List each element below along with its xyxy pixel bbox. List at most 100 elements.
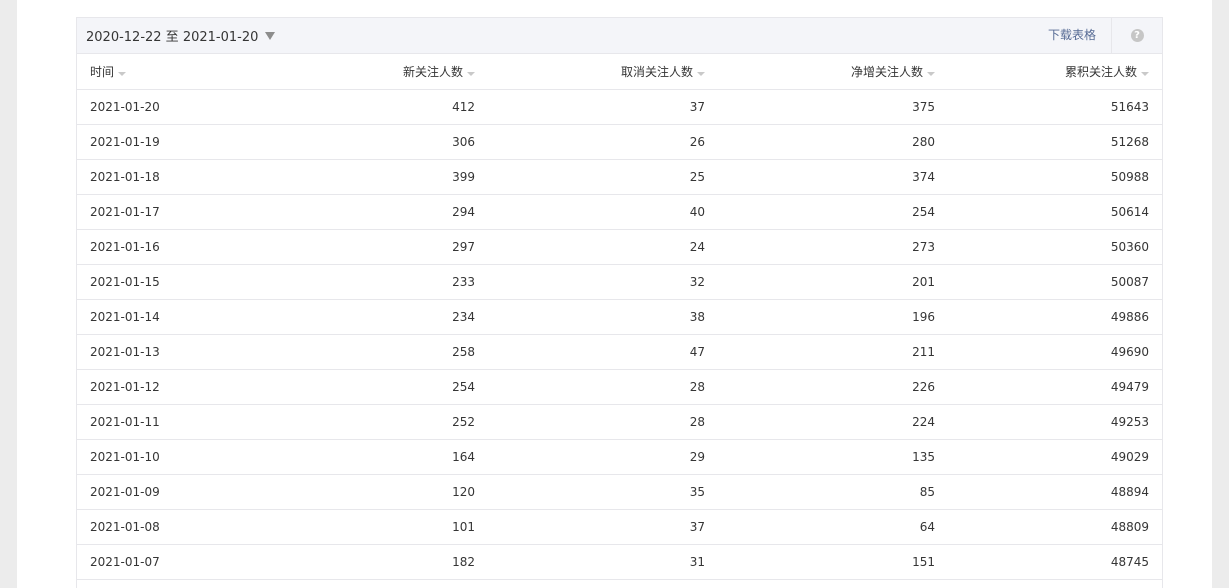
column-header-unfollows[interactable]: 取消关注人数: [475, 54, 705, 90]
table-row: 2021-01-16 297 24 273 50360: [77, 229, 1162, 265]
cell-cumulative: 50614: [935, 194, 1162, 230]
data-table-panel: 2020-12-22 至 2021-01-20 下载表格 ? 时间 新关注人数 …: [76, 17, 1163, 588]
cell-net-growth: 211: [705, 334, 935, 370]
help-icon[interactable]: ?: [1130, 29, 1144, 42]
table-row: 2021-01-17 294 40 254 50614: [77, 194, 1162, 230]
cell-cumulative: 51268: [935, 124, 1162, 160]
cell-date: 2021-01-07: [77, 544, 259, 580]
cell-cumulative: 48745: [935, 544, 1162, 580]
cell-net-growth: 374: [705, 159, 935, 195]
cell-new-followers: 120: [259, 474, 475, 510]
column-header-label: 取消关注人数: [620, 65, 693, 79]
sort-arrow-icon: [1141, 71, 1149, 76]
cell-net-growth: 201: [705, 264, 935, 300]
table-header-row: 时间 新关注人数 取消关注人数 净增关注人数 累积关注人数: [77, 54, 1162, 90]
cell-unfollows: 37: [475, 89, 705, 125]
cell-net-growth: 151: [705, 544, 935, 580]
cell-unfollows: 28: [475, 404, 705, 440]
table-row: 2021-01-18 399 25 374 50988: [77, 159, 1162, 195]
cell-cumulative: 50360: [935, 229, 1162, 265]
cell-cumulative: 50988: [935, 159, 1162, 195]
cell-unfollows: 40: [475, 194, 705, 230]
cell-unfollows: 28: [475, 369, 705, 405]
table-row: 2021-01-20 412 37 375 51643: [77, 89, 1162, 125]
cell-new-followers: 306: [259, 124, 475, 160]
cell-date: 2021-01-16: [77, 229, 259, 265]
cell-new-followers: 412: [259, 89, 475, 125]
cell-new-followers: 234: [259, 299, 475, 335]
sort-arrow-icon: [467, 71, 475, 76]
column-header-label: 时间: [90, 65, 115, 79]
column-header-new-followers[interactable]: 新关注人数: [259, 54, 475, 90]
sort-arrow-icon: [927, 71, 935, 76]
cell-new-followers: 164: [259, 439, 475, 475]
followers-table: 时间 新关注人数 取消关注人数 净增关注人数 累积关注人数 2021-01-20…: [77, 54, 1162, 580]
table-row: 2021-01-09 120 35 85 48894: [77, 474, 1162, 510]
table-row: 2021-01-15 233 32 201 50087: [77, 264, 1162, 300]
table-row: 2021-01-08 101 37 64 48809: [77, 509, 1162, 545]
cell-new-followers: 399: [259, 159, 475, 195]
cell-unfollows: 38: [475, 299, 705, 335]
column-header-label: 新关注人数: [402, 65, 463, 79]
cell-unfollows: 35: [475, 474, 705, 510]
cell-cumulative: 49690: [935, 334, 1162, 370]
page: 2020-12-22 至 2021-01-20 下载表格 ? 时间 新关注人数 …: [17, 0, 1212, 588]
download-table-link[interactable]: 下载表格: [1048, 18, 1096, 53]
table-row: 2021-01-13 258 47 211 49690: [77, 334, 1162, 370]
column-header-cumulative[interactable]: 累积关注人数: [935, 54, 1162, 90]
sort-arrow-icon: [118, 71, 127, 76]
cell-net-growth: 254: [705, 194, 935, 230]
cell-net-growth: 280: [705, 124, 935, 160]
cell-unfollows: 37: [475, 509, 705, 545]
cell-date: 2021-01-20: [77, 89, 259, 125]
table-row: 2021-01-12 254 28 226 49479: [77, 369, 1162, 405]
cell-date: 2021-01-17: [77, 194, 259, 230]
cell-unfollows: 26: [475, 124, 705, 160]
cell-new-followers: 254: [259, 369, 475, 405]
cell-net-growth: 224: [705, 404, 935, 440]
cell-date: 2021-01-12: [77, 369, 259, 405]
table-row: 2021-01-14 234 38 196 49886: [77, 299, 1162, 335]
cell-net-growth: 85: [705, 474, 935, 510]
cell-date: 2021-01-10: [77, 439, 259, 475]
cell-date: 2021-01-18: [77, 159, 259, 195]
cell-date: 2021-01-13: [77, 334, 259, 370]
table-toolbar: 2020-12-22 至 2021-01-20 下载表格 ?: [77, 18, 1162, 54]
help-button-container: ?: [1111, 18, 1162, 53]
table-row: 2021-01-19 306 26 280 51268: [77, 124, 1162, 160]
cell-net-growth: 196: [705, 299, 935, 335]
cell-new-followers: 182: [259, 544, 475, 580]
column-header-net-growth[interactable]: 净增关注人数: [705, 54, 935, 90]
cell-cumulative: 50087: [935, 264, 1162, 300]
cell-new-followers: 101: [259, 509, 475, 545]
cell-new-followers: 252: [259, 404, 475, 440]
cell-date: 2021-01-14: [77, 299, 259, 335]
cell-date: 2021-01-15: [77, 264, 259, 300]
cell-unfollows: 32: [475, 264, 705, 300]
date-range-picker[interactable]: 2020-12-22 至 2021-01-20: [86, 26, 276, 45]
table-body: 2021-01-20 412 37 375 51643 2021-01-19 306 26 2…: [77, 89, 1162, 580]
cell-date: 2021-01-08: [77, 509, 259, 545]
sort-arrow-icon: [697, 71, 705, 76]
cell-new-followers: 258: [259, 334, 475, 370]
date-range-label: 2020-12-22 至 2021-01-20: [86, 30, 259, 45]
cell-date: 2021-01-09: [77, 474, 259, 510]
cell-cumulative: 49886: [935, 299, 1162, 335]
dropdown-caret-icon: [265, 31, 276, 40]
cell-unfollows: 47: [475, 334, 705, 370]
column-header-date[interactable]: 时间: [77, 54, 259, 90]
cell-net-growth: 226: [705, 369, 935, 405]
cell-unfollows: 31: [475, 544, 705, 580]
cell-date: 2021-01-19: [77, 124, 259, 160]
cell-cumulative: 48809: [935, 509, 1162, 545]
cell-unfollows: 24: [475, 229, 705, 265]
cell-new-followers: 294: [259, 194, 475, 230]
cell-cumulative: 49029: [935, 439, 1162, 475]
cell-net-growth: 64: [705, 509, 935, 545]
cell-new-followers: 233: [259, 264, 475, 300]
table-row: 2021-01-10 164 29 135 49029: [77, 439, 1162, 475]
column-header-label: 累积关注人数: [1064, 65, 1137, 79]
column-header-label: 净增关注人数: [850, 65, 923, 79]
cell-net-growth: 375: [705, 89, 935, 125]
cell-cumulative: 48894: [935, 474, 1162, 510]
